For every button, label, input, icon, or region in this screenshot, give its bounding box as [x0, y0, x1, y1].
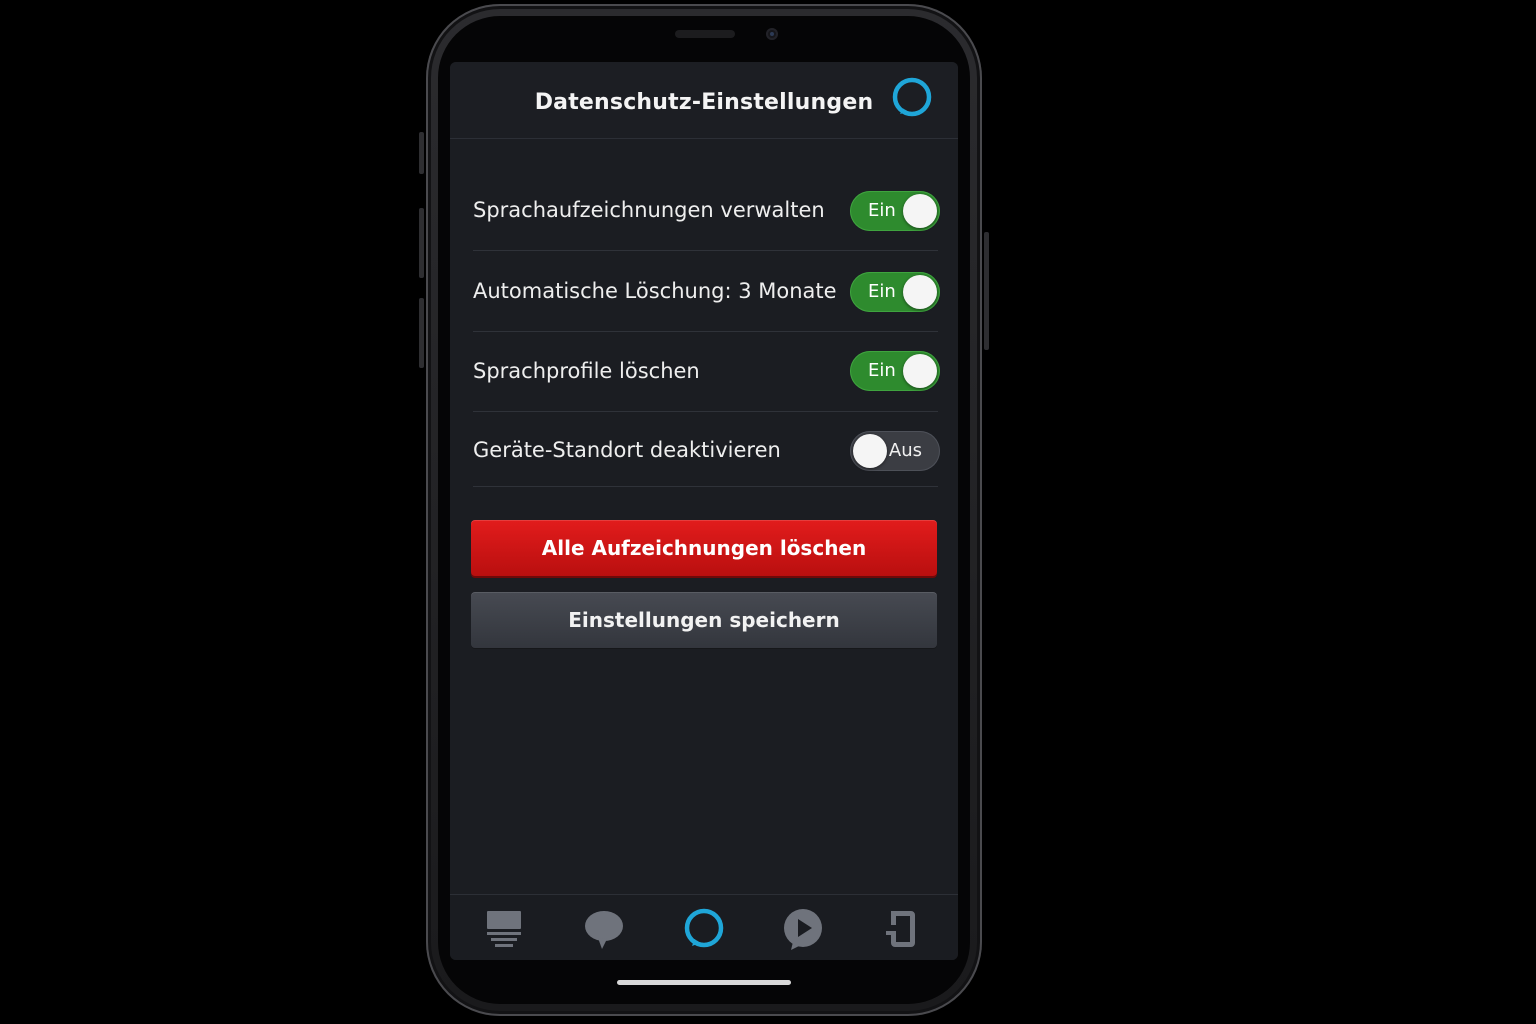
- stage: Datenschutz-Einstellungen Sprachaufzeich…: [0, 0, 1536, 1024]
- front-camera: [766, 28, 778, 40]
- page-title: Datenschutz-Einstellungen: [534, 90, 874, 115]
- silent-switch: [419, 132, 424, 174]
- toggle-knob: [903, 275, 937, 309]
- toggle-state-text: Ein: [868, 360, 896, 381]
- toggle-voice-recordings[interactable]: Ein: [850, 191, 940, 231]
- toggle-state-text: Ein: [868, 281, 896, 302]
- setting-label: Sprachprofile löschen: [473, 359, 700, 383]
- volume-up-button: [419, 208, 424, 278]
- toggle-knob: [903, 354, 937, 388]
- setting-row-device-location: Geräte-Standort deaktivieren Aus: [473, 409, 940, 487]
- toggle-knob: [903, 194, 937, 228]
- volume-down-button: [419, 298, 424, 368]
- toggle-auto-delete[interactable]: Ein: [850, 272, 940, 312]
- header-bar: Datenschutz-Einstellungen: [450, 62, 958, 139]
- app-screen: Datenschutz-Einstellungen Sprachaufzeich…: [450, 62, 958, 960]
- alexa-ring-icon[interactable]: [890, 76, 934, 120]
- toggle-state-text: Ein: [868, 200, 896, 221]
- setting-row-auto-delete: Automatische Löschung: 3 Monate Ein: [473, 251, 940, 332]
- toggle-state-text: Aus: [888, 440, 922, 461]
- bottom-nav: [450, 894, 958, 960]
- home-indicator[interactable]: [617, 980, 791, 985]
- delete-all-recordings-button[interactable]: Alle Aufzeichnungen löschen: [471, 520, 937, 576]
- toggle-voice-profiles[interactable]: Ein: [850, 351, 940, 391]
- home-icon[interactable]: [480, 905, 528, 953]
- toggle-device-location[interactable]: Aus: [850, 431, 940, 471]
- toggle-knob: [853, 434, 887, 468]
- devices-icon[interactable]: [877, 905, 925, 953]
- setting-row-voice-profiles: Sprachprofile löschen Ein: [473, 331, 940, 412]
- play-icon[interactable]: [779, 905, 827, 953]
- earpiece-speaker: [675, 30, 735, 38]
- communicate-icon[interactable]: [580, 905, 628, 953]
- power-button: [984, 232, 989, 350]
- alexa-icon[interactable]: [680, 905, 728, 953]
- setting-label: Geräte-Standort deaktivieren: [473, 438, 781, 462]
- save-settings-button[interactable]: Einstellungen speichern: [471, 592, 937, 648]
- setting-row-voice-recordings: Sprachaufzeichnungen verwalten Ein: [473, 170, 940, 251]
- setting-label: Automatische Löschung: 3 Monate: [473, 279, 837, 303]
- setting-label: Sprachaufzeichnungen verwalten: [473, 198, 825, 222]
